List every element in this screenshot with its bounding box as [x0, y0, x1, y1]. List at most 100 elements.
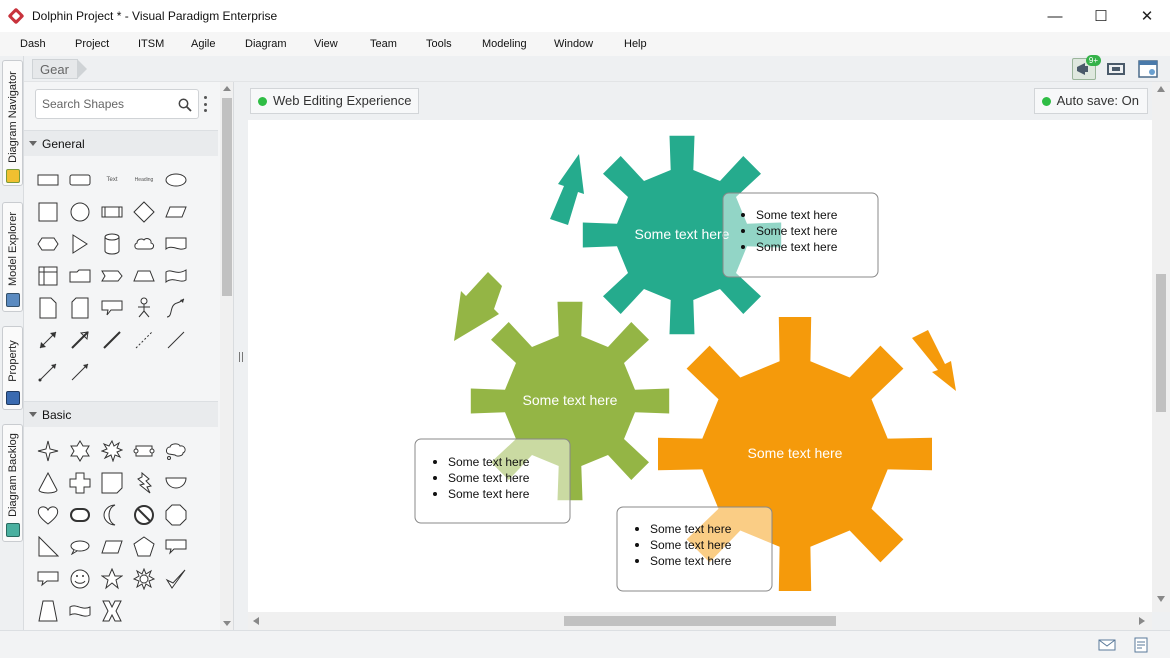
- shape-half-circle[interactable]: [162, 469, 190, 497]
- section-general[interactable]: General: [24, 130, 218, 156]
- shape-hexagon[interactable]: [34, 230, 62, 258]
- shape-line[interactable]: [162, 326, 190, 354]
- close-button[interactable]: ✕: [1124, 0, 1170, 32]
- tab-diagram-navigator[interactable]: Diagram Navigator: [2, 60, 23, 186]
- scroll-up-icon[interactable]: [1157, 86, 1165, 92]
- callout-box-3[interactable]: Some text here Some text here Some text …: [616, 506, 773, 592]
- shape-cloud[interactable]: [130, 230, 158, 258]
- shape-text[interactable]: Text: [98, 166, 126, 194]
- shape-note[interactable]: [34, 294, 62, 322]
- shape-diamond[interactable]: [130, 198, 158, 226]
- shape-pentagon[interactable]: [130, 533, 158, 561]
- shape-star5[interactable]: [98, 565, 126, 593]
- shape-card[interactable]: [66, 294, 94, 322]
- note-icon[interactable]: [1132, 637, 1150, 653]
- shape-right-triangle[interactable]: [34, 533, 62, 561]
- shape-connector-both[interactable]: [34, 358, 62, 386]
- shape-triangle[interactable]: [66, 230, 94, 258]
- shape-connector[interactable]: [66, 358, 94, 386]
- scroll-left-icon[interactable]: [253, 617, 259, 625]
- shape-lightning[interactable]: [130, 469, 158, 497]
- shape-star4[interactable]: [34, 437, 62, 465]
- callout-box-1[interactable]: Some text here Some text here Some text …: [722, 192, 879, 278]
- canvas-horizontal-scrollbar[interactable]: [248, 612, 1152, 630]
- menu-dash[interactable]: Dash: [20, 38, 75, 50]
- shape-heading[interactable]: Heading: [130, 166, 158, 194]
- shape-curve[interactable]: [162, 294, 190, 322]
- layout-button[interactable]: [1136, 58, 1160, 80]
- shape-cone[interactable]: [34, 469, 62, 497]
- breadcrumb[interactable]: Gear: [32, 59, 87, 79]
- shape-actor[interactable]: [130, 294, 158, 322]
- shape-rect-callout[interactable]: [162, 533, 190, 561]
- shape-cylinder[interactable]: [98, 230, 126, 258]
- shape-ellipse[interactable]: [162, 166, 190, 194]
- shape-thought-bubble[interactable]: [162, 437, 190, 465]
- shape-moon[interactable]: [98, 501, 126, 529]
- tab-model-explorer[interactable]: Model Explorer: [2, 202, 23, 312]
- shape-thick-line[interactable]: [98, 326, 126, 354]
- shape-arrow[interactable]: [66, 326, 94, 354]
- menu-help[interactable]: Help: [624, 38, 664, 50]
- shape-parallelogram[interactable]: [162, 198, 190, 226]
- shape-wave[interactable]: [162, 262, 190, 290]
- shape-heart[interactable]: [34, 501, 62, 529]
- panel-scroll-thumb[interactable]: [222, 98, 232, 296]
- notifications-button[interactable]: 9+: [1072, 55, 1101, 80]
- shape-bevel[interactable]: [66, 501, 94, 529]
- menu-window[interactable]: Window: [554, 38, 624, 50]
- shape-oval-callout[interactable]: [66, 533, 94, 561]
- panel-menu-icon[interactable]: [204, 96, 208, 112]
- shape-scroll[interactable]: [130, 437, 158, 465]
- scroll-down-icon[interactable]: [1157, 596, 1165, 602]
- shape-square[interactable]: [34, 198, 62, 226]
- tab-diagram-backlog[interactable]: Diagram Backlog: [2, 424, 23, 542]
- shape-tab[interactable]: [66, 262, 94, 290]
- shape-x-mark[interactable]: [98, 597, 126, 625]
- callout-box-2[interactable]: Some text here Some text here Some text …: [414, 438, 571, 524]
- panel-scrollbar[interactable]: [220, 82, 233, 630]
- autosave-toggle[interactable]: Auto save: On: [1033, 88, 1148, 114]
- tab-property[interactable]: Property: [2, 326, 23, 410]
- minimize-button[interactable]: —: [1032, 0, 1078, 32]
- shape-rounded-rectangle[interactable]: [66, 166, 94, 194]
- shape-burst[interactable]: [98, 437, 126, 465]
- shape-smiley[interactable]: [66, 565, 94, 593]
- search-icon[interactable]: [178, 98, 192, 112]
- shape-trapezoid[interactable]: [130, 262, 158, 290]
- scroll-right-icon[interactable]: [1139, 617, 1145, 625]
- menu-modeling[interactable]: Modeling: [482, 38, 554, 50]
- maximize-button[interactable]: ☐: [1078, 0, 1124, 32]
- menu-agile[interactable]: Agile: [191, 38, 245, 50]
- scroll-down-icon[interactable]: [223, 621, 231, 626]
- horizontal-scroll-thumb[interactable]: [564, 616, 836, 626]
- shape-document[interactable]: [162, 230, 190, 258]
- shape-callout[interactable]: [98, 294, 126, 322]
- shape-octagon[interactable]: [162, 501, 190, 529]
- shape-flared-trapezoid[interactable]: [34, 597, 62, 625]
- shape-circle[interactable]: [66, 198, 94, 226]
- fit-diagram-button[interactable]: [1104, 58, 1128, 80]
- shape-double-arrow[interactable]: [34, 326, 62, 354]
- shape-star6[interactable]: [66, 437, 94, 465]
- canvas-vertical-scrollbar[interactable]: [1152, 82, 1170, 612]
- shape-sun[interactable]: [130, 565, 158, 593]
- shape-cross[interactable]: [66, 469, 94, 497]
- scroll-up-icon[interactable]: [223, 86, 231, 91]
- diagram-canvas[interactable]: Some text here Some text here Some text …: [248, 120, 1152, 612]
- shape-slanted-rectangle[interactable]: [98, 533, 126, 561]
- panel-splitter[interactable]: [234, 82, 248, 630]
- shape-table[interactable]: [34, 262, 62, 290]
- menu-tools[interactable]: Tools: [426, 38, 482, 50]
- section-basic[interactable]: Basic: [24, 401, 218, 427]
- vertical-scroll-thumb[interactable]: [1156, 274, 1166, 412]
- menu-itsm[interactable]: ITSM: [138, 38, 191, 50]
- menu-diagram[interactable]: Diagram: [245, 38, 314, 50]
- shape-chevron[interactable]: [98, 262, 126, 290]
- search-input[interactable]: [42, 96, 170, 112]
- shape-no-symbol[interactable]: [130, 501, 158, 529]
- menu-project[interactable]: Project: [75, 38, 138, 50]
- shape-process[interactable]: [98, 198, 126, 226]
- menu-team[interactable]: Team: [370, 38, 426, 50]
- shape-checkmark[interactable]: [162, 565, 190, 593]
